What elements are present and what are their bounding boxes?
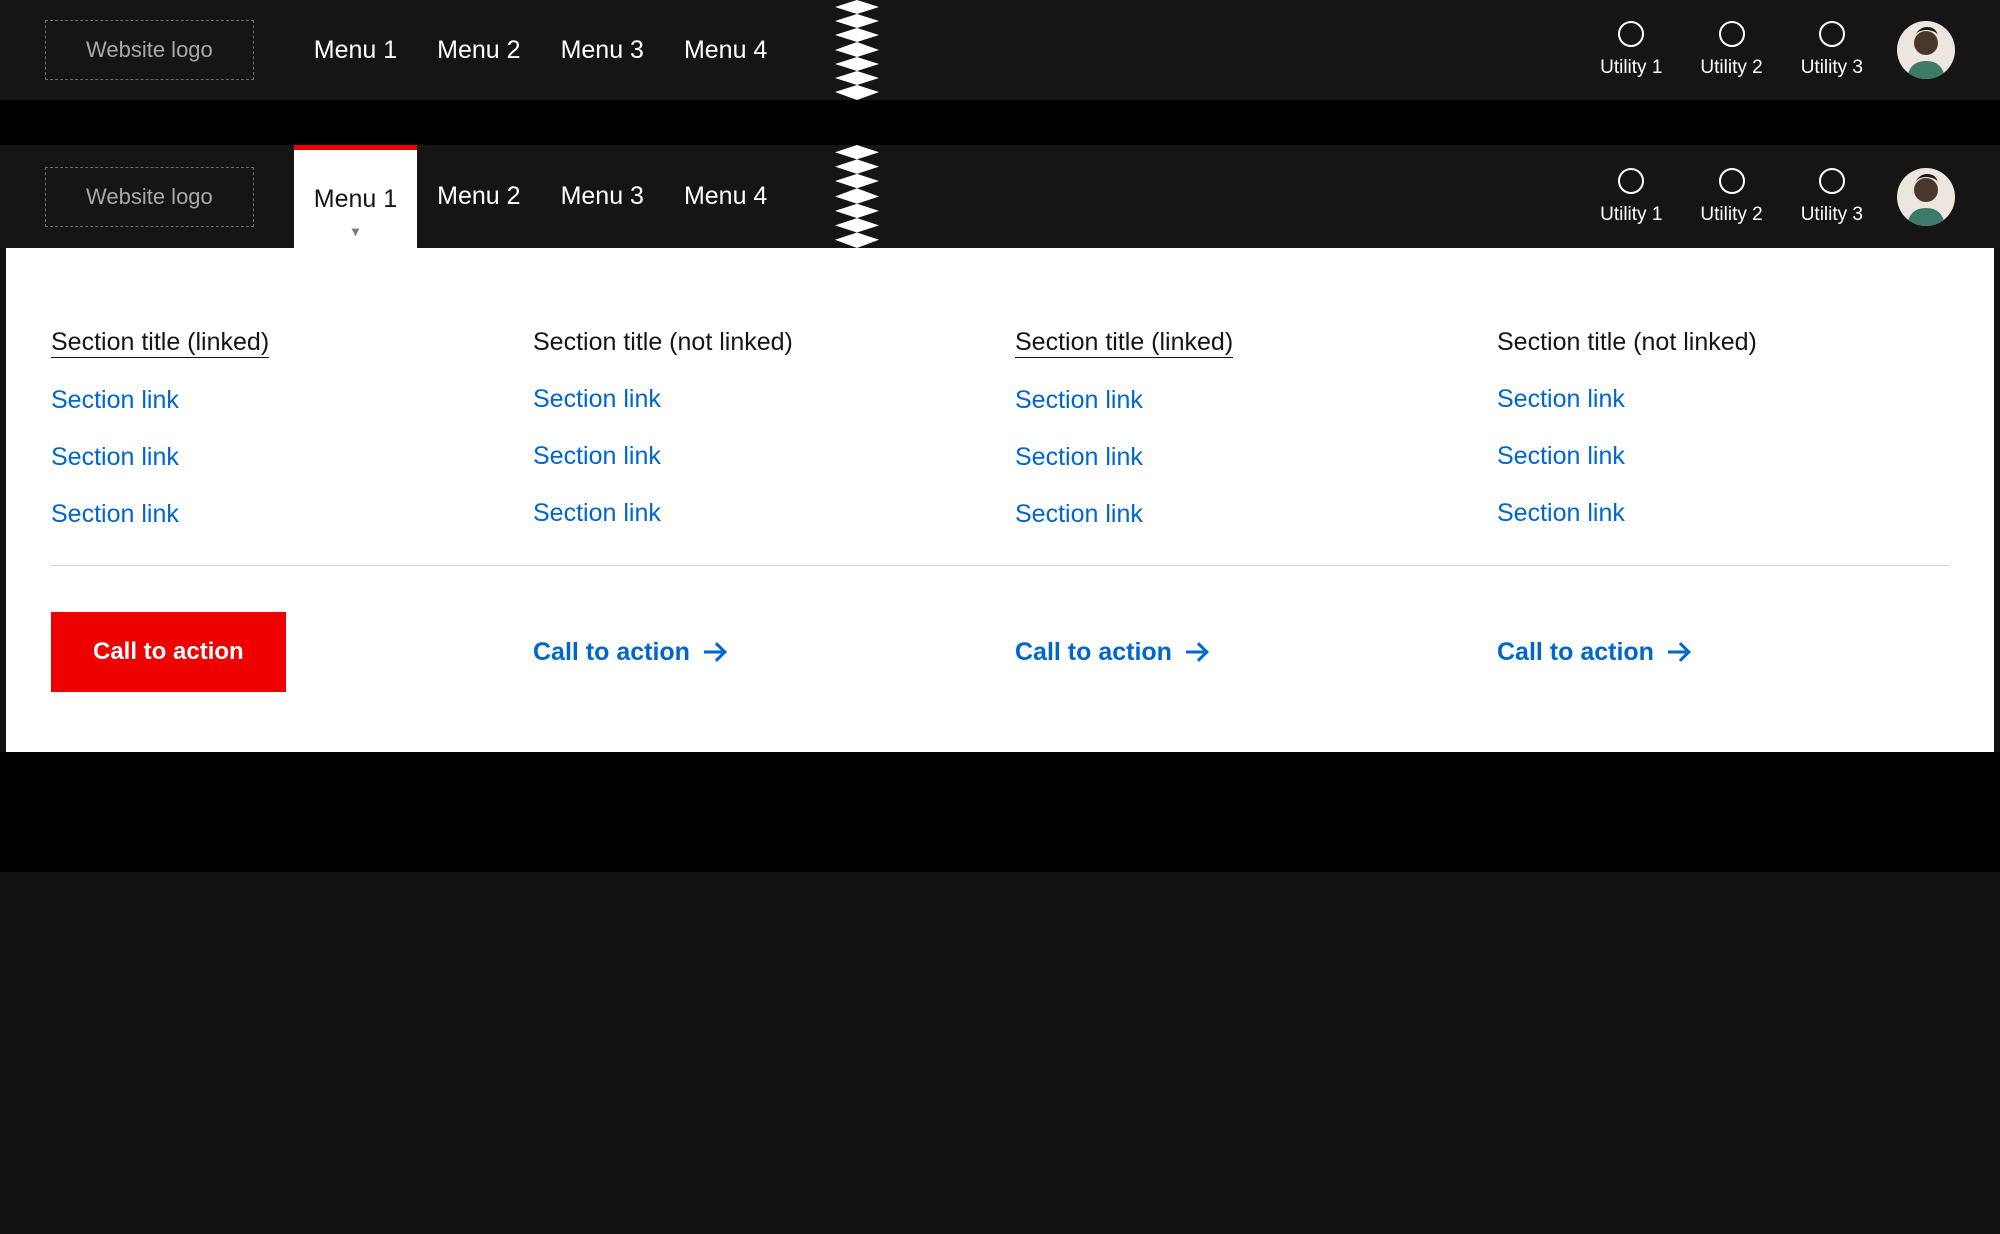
- utility-label: Utility 1: [1600, 204, 1662, 226]
- section-link[interactable]: Section link: [1497, 499, 1949, 528]
- section-link[interactable]: Section link: [51, 500, 503, 529]
- utility-label: Utility 1: [1600, 57, 1662, 79]
- utility-nav: Utility 1 Utility 2 Utility 3: [1600, 21, 1863, 79]
- section-link-list: Section link Section link Section link: [1015, 386, 1467, 529]
- cta-row: Call to action Call to action Call to ac…: [51, 612, 1949, 692]
- section-title-linked[interactable]: Section title (linked): [1015, 328, 1233, 358]
- mega-column-2: Section title (not linked) Section link …: [533, 328, 985, 557]
- mega-menu-panel: Section title (linked) Section link Sect…: [6, 248, 1994, 752]
- menu-item-3[interactable]: Menu 3: [541, 145, 664, 248]
- section-link[interactable]: Section link: [51, 443, 503, 472]
- utility-circle-icon: [1618, 168, 1644, 194]
- primary-nav: Menu 1 Menu 2 Menu 3 Menu 4: [294, 0, 788, 100]
- section-link[interactable]: Section link: [1497, 385, 1949, 414]
- utility-3[interactable]: Utility 3: [1801, 168, 1863, 226]
- page-tear-icon: [835, 145, 879, 248]
- utility-circle-icon: [1618, 21, 1644, 47]
- primary-nav: Menu 1 ▼ Menu 2 Menu 3 Menu 4: [294, 145, 788, 248]
- section-title: Section title (not linked): [533, 328, 793, 357]
- cta-link[interactable]: Call to action: [1015, 638, 1467, 667]
- utility-circle-icon: [1819, 168, 1845, 194]
- mega-menu-columns: Section title (linked) Section link Sect…: [51, 328, 1949, 557]
- section-link[interactable]: Section link: [1015, 386, 1467, 415]
- caret-down-icon: ▼: [349, 225, 362, 238]
- website-logo[interactable]: Website logo: [45, 167, 254, 227]
- menu-item-2[interactable]: Menu 2: [417, 145, 540, 248]
- avatar-icon: [1897, 21, 1955, 79]
- mega-column-3: Section title (linked) Section link Sect…: [1015, 328, 1467, 557]
- header-collapsed: Website logo Menu 1 Menu 2 Menu 3 Menu 4…: [0, 0, 2000, 100]
- cta-primary-button[interactable]: Call to action: [51, 612, 286, 692]
- arrow-right-icon: [1186, 642, 1206, 662]
- utility-label: Utility 2: [1700, 204, 1762, 226]
- section-title: Section title (not linked): [1497, 328, 1757, 357]
- section-link-list: Section link Section link Section link: [51, 386, 503, 529]
- arrow-right-icon: [704, 642, 724, 662]
- cta-link-label: Call to action: [533, 638, 690, 667]
- utility-circle-icon: [1719, 168, 1745, 194]
- section-link[interactable]: Section link: [533, 442, 985, 471]
- section-link[interactable]: Section link: [1497, 442, 1949, 471]
- divider: [51, 565, 1949, 566]
- section-link[interactable]: Section link: [533, 385, 985, 414]
- utility-label: Utility 3: [1801, 204, 1863, 226]
- utility-circle-icon: [1819, 21, 1845, 47]
- section-link[interactable]: Section link: [533, 499, 985, 528]
- avatar-icon: [1897, 168, 1955, 226]
- section-link-list: Section link Section link Section link: [533, 385, 985, 528]
- avatar[interactable]: [1897, 21, 1955, 79]
- header-expanded: Website logo Menu 1 ▼ Menu 2 Menu 3 Menu…: [0, 145, 2000, 248]
- avatar[interactable]: [1897, 168, 1955, 226]
- website-logo[interactable]: Website logo: [45, 20, 254, 80]
- page-tear-icon: [835, 0, 879, 100]
- utility-1[interactable]: Utility 1: [1600, 168, 1662, 226]
- cta-link[interactable]: Call to action: [1497, 638, 1949, 667]
- section-link[interactable]: Section link: [1015, 500, 1467, 529]
- menu-item-label: Menu 1: [314, 185, 397, 214]
- mega-column-4: Section title (not linked) Section link …: [1497, 328, 1949, 557]
- utility-nav: Utility 1 Utility 2 Utility 3: [1600, 168, 1863, 226]
- mega-column-1: Section title (linked) Section link Sect…: [51, 328, 503, 557]
- utility-2[interactable]: Utility 2: [1700, 168, 1762, 226]
- menu-item-3[interactable]: Menu 3: [541, 0, 664, 100]
- utility-circle-icon: [1719, 21, 1745, 47]
- arrow-right-icon: [1668, 642, 1688, 662]
- menu-item-4[interactable]: Menu 4: [664, 0, 787, 100]
- cta-link-label: Call to action: [1497, 638, 1654, 667]
- menu-item-1[interactable]: Menu 1: [294, 0, 417, 100]
- utility-label: Utility 3: [1801, 57, 1863, 79]
- spacer: [0, 100, 2000, 145]
- cta-link[interactable]: Call to action: [533, 638, 985, 667]
- section-link-list: Section link Section link Section link: [1497, 385, 1949, 528]
- section-link[interactable]: Section link: [51, 386, 503, 415]
- menu-item-1-active[interactable]: Menu 1 ▼: [294, 145, 417, 248]
- utility-1[interactable]: Utility 1: [1600, 21, 1662, 79]
- cta-link-label: Call to action: [1015, 638, 1172, 667]
- utility-2[interactable]: Utility 2: [1700, 21, 1762, 79]
- menu-item-2[interactable]: Menu 2: [417, 0, 540, 100]
- menu-item-4[interactable]: Menu 4: [664, 145, 787, 248]
- utility-3[interactable]: Utility 3: [1801, 21, 1863, 79]
- footer-space: [0, 752, 2000, 872]
- section-link[interactable]: Section link: [1015, 443, 1467, 472]
- utility-label: Utility 2: [1700, 57, 1762, 79]
- section-title-linked[interactable]: Section title (linked): [51, 328, 269, 358]
